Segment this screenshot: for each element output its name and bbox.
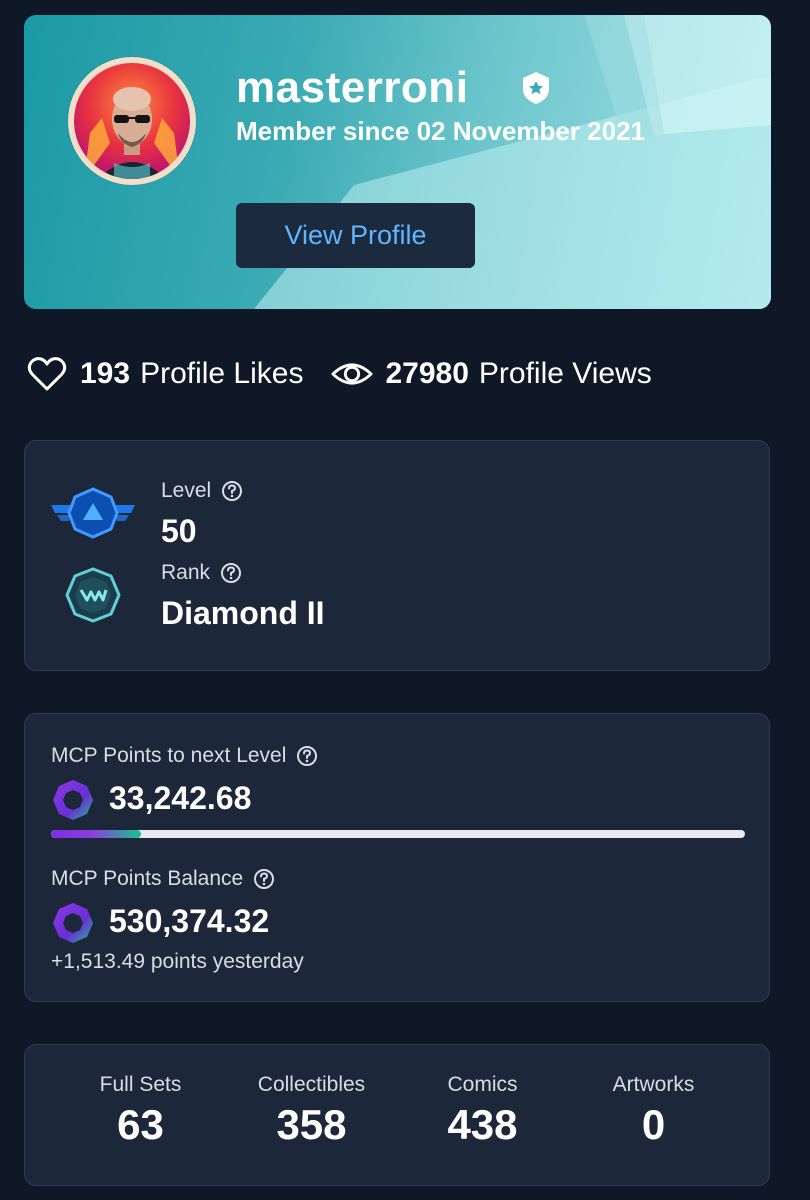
profile-page: masterroni Member since 02 November 2021… [0,0,810,1200]
profile-likes-stat[interactable]: 193 Profile Likes [26,353,303,395]
view-profile-button[interactable]: View Profile [236,203,475,268]
mcp-next-level-value: 33,242.68 [109,780,252,816]
help-circle-icon[interactable] [220,562,242,584]
total-value: 0 [641,1101,666,1148]
member-since-text: Member since 02 November 2021 [236,116,645,146]
mcp-points-icon [53,903,93,943]
heart-icon [26,353,68,395]
rank-badge-icon [65,567,121,623]
profile-views-stat: 27980 Profile Views [331,353,652,395]
total-value: 63 [117,1101,164,1148]
level-label: Level [161,479,243,503]
mcp-balance-label: MCP Points Balance [51,867,275,891]
profile-header-card: masterroni Member since 02 November 2021… [24,15,771,309]
total-label: Artworks [612,1073,695,1096]
views-count: 27980 [385,357,469,390]
profile-stats-row: 193 Profile Likes 27980 Profile Views [26,352,652,396]
avatar-portrait [84,87,180,179]
total-comics[interactable]: Comics 438 [397,1073,568,1149]
username: masterroni [236,63,469,112]
level-progress-fill [51,830,142,838]
rank-label: Rank [161,561,242,585]
rank-value: Diamond II [161,595,325,631]
views-label: Profile Views [478,357,652,390]
total-label: Collectibles [257,1073,366,1096]
likes-count: 193 [80,357,131,390]
help-circle-icon[interactable] [296,745,318,767]
level-label-text: Level [161,479,212,502]
total-value: 358 [276,1101,347,1148]
total-full-sets[interactable]: Full Sets 63 [55,1073,226,1149]
level-rank-card: Level 50 Rank Diamond II [24,440,770,671]
mcp-next-level-label-text: MCP Points to next Level [51,744,287,767]
likes-label: Profile Likes [140,357,304,390]
eye-icon [331,353,373,395]
mcp-points-card: MCP Points to next Level 33,242.68 MCP P… [24,713,770,1002]
total-artworks[interactable]: Artworks 0 [568,1073,739,1149]
mcp-balance-label-text: MCP Points Balance [51,867,244,890]
totals-row: Full Sets 63 Collectibles 358 Comics 438… [25,1073,769,1149]
rank-label-text: Rank [161,561,211,584]
mcp-next-level-label: MCP Points to next Level [51,744,318,768]
collection-totals-card: Full Sets 63 Collectibles 358 Comics 438… [24,1044,770,1186]
help-circle-icon[interactable] [253,868,275,890]
mcp-points-icon [53,780,93,820]
avatar[interactable] [68,57,196,185]
total-label: Comics [447,1073,518,1096]
points-yesterday-text: +1,513.49 points yesterday [51,950,304,973]
total-value: 438 [447,1101,518,1148]
level-value: 50 [161,513,197,549]
verified-badge-icon [523,72,549,104]
level-progress-bar [51,830,745,838]
help-circle-icon[interactable] [221,480,243,502]
total-label: Full Sets [99,1073,182,1096]
mcp-balance-value: 530,374.32 [109,903,270,939]
total-collectibles[interactable]: Collectibles 358 [226,1073,397,1149]
avatar-image [74,63,190,179]
level-badge-icon [51,487,135,539]
